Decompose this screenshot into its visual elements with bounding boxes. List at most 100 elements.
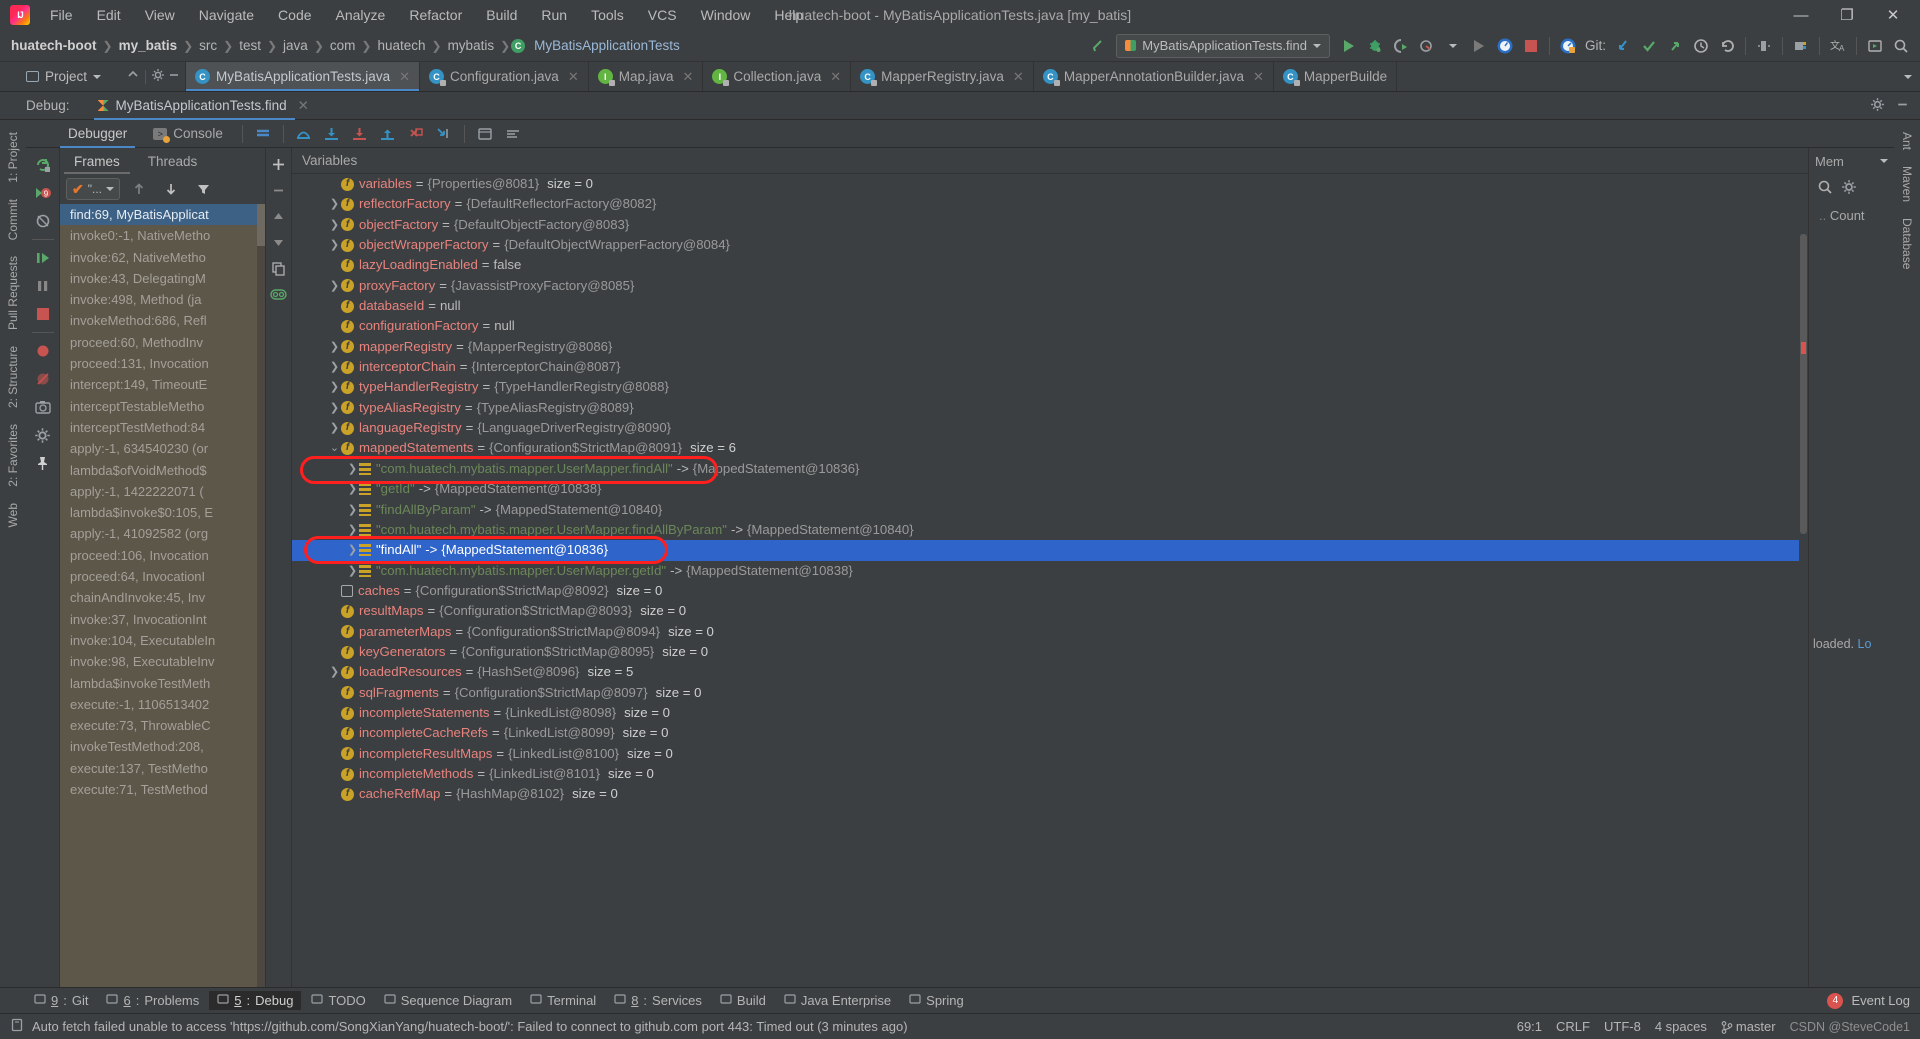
chevron-right-icon[interactable]: ❯ [328, 377, 341, 397]
breadcrumb-item-7[interactable]: mybatis [443, 36, 500, 55]
search-icon[interactable] [1888, 33, 1914, 59]
variable-row[interactable]: caches = {Configuration$StrictMap@8092} siz… [292, 581, 1808, 601]
variable-row[interactable]: f incompleteMethods = {LinkedList@8101} size… [292, 764, 1808, 784]
chevron-right-icon[interactable]: ❯ [328, 398, 341, 418]
view-breakpoints-list-icon[interactable] [30, 338, 56, 364]
close-icon[interactable]: ✕ [683, 69, 694, 85]
move-up-icon[interactable] [269, 206, 289, 226]
maximize-icon[interactable]: ❐ [1824, 0, 1870, 30]
variables-scrollbar[interactable] [1799, 174, 1808, 987]
tab-console[interactable]: > Console [141, 120, 235, 148]
chevron-right-icon[interactable]: ❯ [328, 235, 341, 255]
editor-tab-4[interactable]: C MapperRegistry.java ✕ [851, 62, 1034, 91]
variable-row[interactable]: ❯ f proxyFactory = {JavassistProxyFactory@80… [292, 276, 1808, 296]
frame-row[interactable]: proceed:60, MethodInv [60, 332, 265, 353]
variable-row[interactable]: f configurationFactory = null [292, 316, 1808, 336]
variable-row[interactable]: ❯ f loadedResources = {HashSet@8096} size = 5 [292, 662, 1808, 682]
mute-icon[interactable] [30, 366, 56, 392]
resume-program-icon[interactable] [30, 245, 56, 271]
rail-item-2-structure[interactable]: 2: Structure [6, 338, 20, 416]
bottom-tool-services[interactable]: 8: Services [606, 991, 710, 1010]
menu-item-window[interactable]: Window [689, 3, 763, 27]
menu-item-help[interactable]: Help [762, 3, 815, 27]
chevron-right-icon[interactable]: ❯ [328, 215, 341, 235]
menu-item-tools[interactable]: Tools [579, 3, 636, 27]
frame-row[interactable]: invoke:43, DelegatingM [60, 268, 265, 289]
breadcrumb-item-6[interactable]: huatech [372, 36, 430, 55]
step-over-icon[interactable] [291, 121, 317, 147]
variable-row[interactable]: f incompleteCacheRefs = {LinkedList@8099} si… [292, 723, 1808, 743]
chevron-right-icon[interactable]: ❯ [328, 337, 341, 357]
menu-item-view[interactable]: View [133, 3, 187, 27]
variable-row[interactable]: f variables = {Properties@8081} size = 0 [292, 174, 1808, 194]
debug-button[interactable] [1362, 33, 1388, 59]
variable-row[interactable]: f resultMaps = {Configuration$StrictMap@809… [292, 601, 1808, 621]
remove-watch-icon[interactable] [269, 180, 289, 200]
compare-icon[interactable] [1751, 33, 1777, 59]
frame-row[interactable]: invoke:104, ExecutableIn [60, 630, 265, 651]
frame-row[interactable]: execute:-1, 1106513402 [60, 694, 265, 715]
variable-row[interactable]: f cacheRefMap = {HashMap@8102} size = 0 [292, 784, 1808, 804]
variable-row[interactable]: f incompleteStatements = {LinkedList@8098} s… [292, 703, 1808, 723]
close-icon[interactable]: ✕ [399, 69, 410, 85]
frame-row[interactable]: apply:-1, 1422222071 ( [60, 481, 265, 502]
run-with-coverage-button[interactable] [1388, 33, 1414, 59]
step-into-icon[interactable] [319, 121, 345, 147]
frames-list[interactable]: find:69, MyBatisApplicat invoke0:-1, Nati… [60, 204, 265, 987]
run-button[interactable] [1336, 33, 1362, 59]
menu-item-build[interactable]: Build [474, 3, 529, 27]
inspect-icon[interactable] [269, 284, 289, 304]
line-separator[interactable]: CRLF [1556, 1019, 1590, 1034]
close-icon[interactable]: ✕ [830, 69, 841, 85]
close-icon[interactable]: ✕ [1870, 0, 1916, 30]
frame-row[interactable]: invoke:98, ExecutableInv [60, 651, 265, 672]
previous-frame-icon[interactable] [126, 176, 152, 202]
frame-row[interactable]: interceptTestableMetho [60, 396, 265, 417]
attach-profiler-icon[interactable] [1492, 33, 1518, 59]
rerun-button[interactable] [1466, 33, 1492, 59]
rerun-icon[interactable] [30, 152, 56, 178]
breadcrumb-item-5[interactable]: com [325, 36, 361, 55]
menu-item-analyze[interactable]: Analyze [324, 3, 398, 27]
variables-tree[interactable]: f variables = {Properties@8081} size = 0 ❯ f re… [292, 174, 1808, 987]
rail-item-pull-requests[interactable]: Pull Requests [6, 248, 20, 338]
chevron-right-icon[interactable]: ❯ [346, 561, 359, 581]
update-project-icon[interactable] [1610, 33, 1636, 59]
hide-panel-icon[interactable] [167, 68, 181, 85]
breadcrumb-item-2[interactable]: src [194, 36, 222, 55]
layout-settings-icon[interactable] [250, 121, 276, 147]
frame-row[interactable]: invoke:498, Method (ja [60, 289, 265, 310]
frame-row[interactable]: interceptTestMethod:84 [60, 417, 265, 438]
chevron-right-icon[interactable]: ❯ [346, 479, 359, 499]
git-branch-label[interactable]: master [1736, 1019, 1776, 1034]
editor-tab-3[interactable]: I Collection.java ✕ [703, 62, 852, 91]
debug-session-tab[interactable]: MyBatisApplicationTests.find ✕ [88, 92, 319, 120]
editor-tab-5[interactable]: C MapperAnnotationBuilder.java ✕ [1034, 62, 1274, 91]
minimize-icon[interactable]: — [1778, 0, 1824, 30]
close-icon[interactable]: ✕ [298, 98, 309, 114]
frame-row[interactable]: proceed:64, InvocationI [60, 566, 265, 587]
run-configuration-selector[interactable]: MyBatisApplicationTests.find [1116, 33, 1330, 58]
bottom-tool-sequence-diagram[interactable]: Sequence Diagram [376, 991, 520, 1010]
camera-icon[interactable] [30, 394, 56, 420]
menu-item-refactor[interactable]: Refactor [397, 3, 474, 27]
push-icon[interactable] [1662, 33, 1688, 59]
chevron-right-icon[interactable]: ❯ [328, 418, 341, 438]
menu-item-code[interactable]: Code [266, 3, 323, 27]
chevron-down-icon[interactable]: ⌄ [328, 438, 341, 458]
chevron-down-icon[interactable] [1880, 159, 1888, 163]
watches-icon[interactable] [500, 121, 526, 147]
commit-icon[interactable] [1636, 33, 1662, 59]
rollback-icon[interactable] [1714, 33, 1740, 59]
breadcrumb-item-1[interactable]: my_batis [114, 36, 183, 55]
chevron-right-icon[interactable]: ❯ [346, 540, 359, 560]
indent-setting[interactable]: 4 spaces [1655, 1019, 1707, 1034]
chevron-down-icon[interactable] [93, 74, 102, 79]
file-encoding[interactable]: UTF-8 [1604, 1019, 1641, 1034]
drop-frame-icon[interactable] [403, 121, 429, 147]
chevron-right-icon[interactable]: ❯ [328, 662, 341, 682]
close-icon[interactable]: ✕ [1253, 69, 1264, 85]
memory-search-icon[interactable] [1817, 179, 1833, 198]
settings-gear-icon[interactable] [151, 68, 165, 85]
variable-row[interactable]: f keyGenerators = {Configuration$StrictMap@… [292, 642, 1808, 662]
